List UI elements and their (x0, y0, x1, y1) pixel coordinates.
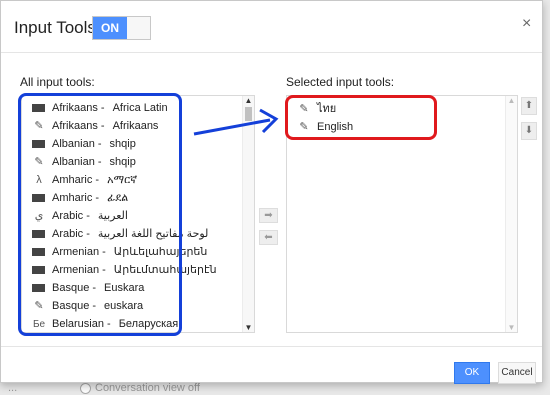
annotation-arrow-icon (193, 108, 279, 136)
